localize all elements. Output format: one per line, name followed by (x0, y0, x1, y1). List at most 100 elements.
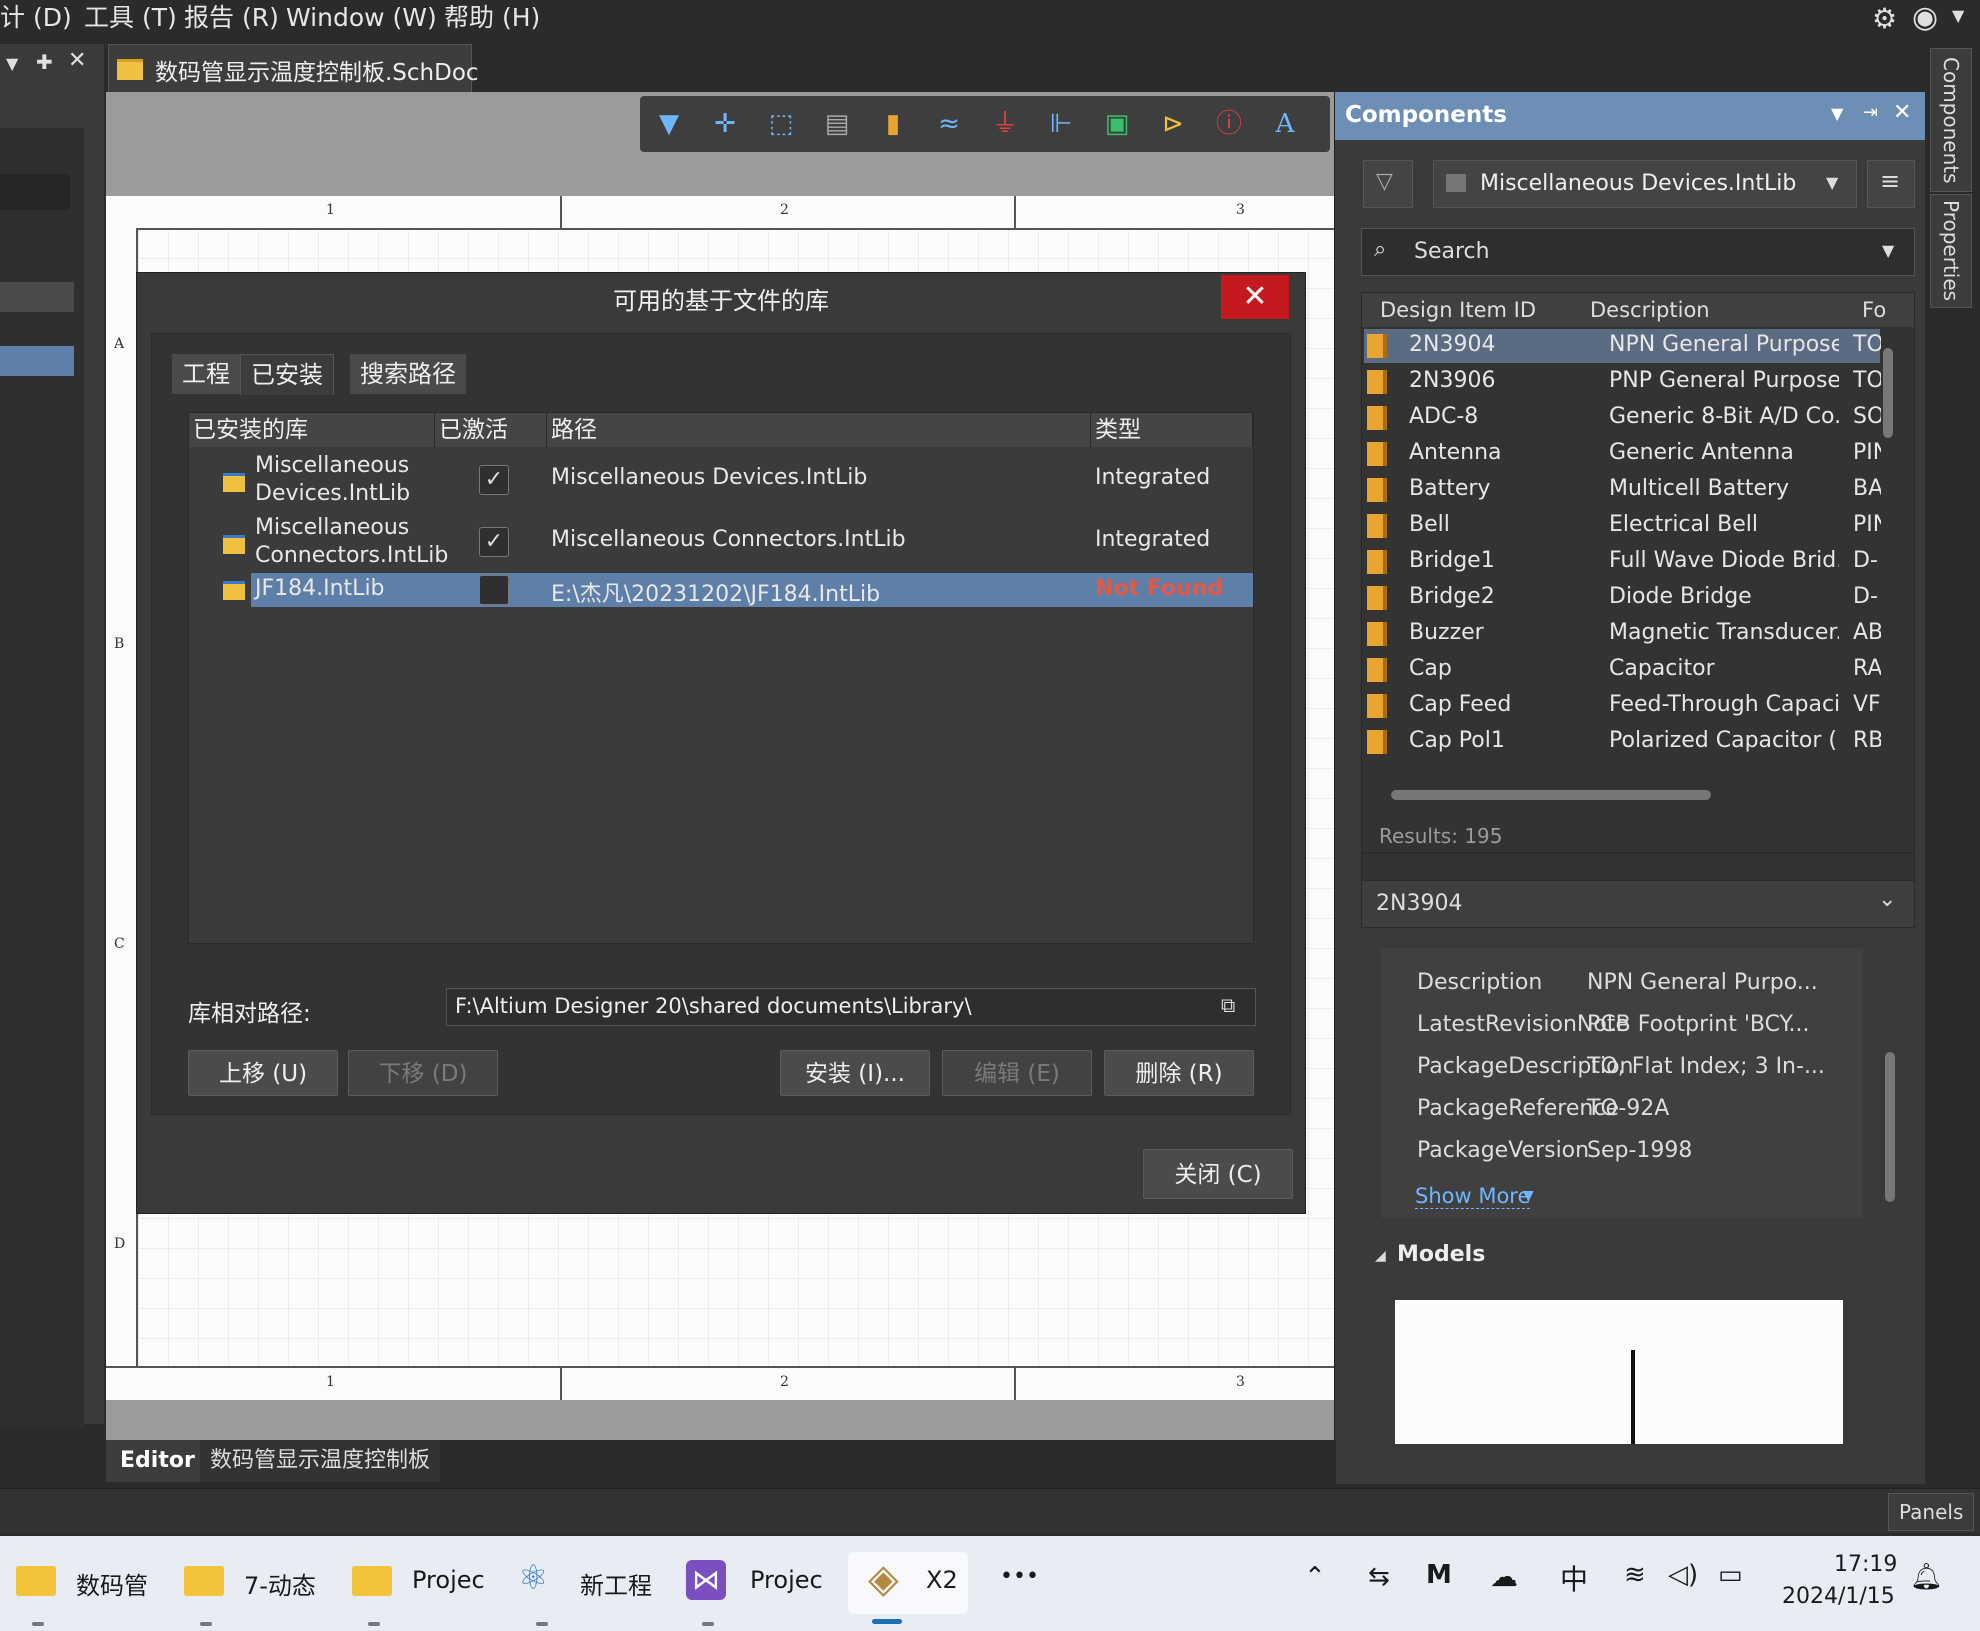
activated-checkbox[interactable] (479, 575, 509, 605)
panels-button[interactable]: Panels (1888, 1493, 1975, 1531)
chevron-down-icon[interactable]: ▼ (1831, 104, 1843, 123)
edit-button[interactable]: 编辑 (E) (942, 1050, 1092, 1096)
list-item[interactable]: Bridge2 Diode Bridge D- (1363, 580, 1881, 616)
directive-icon[interactable]: ⓘ (1208, 104, 1250, 144)
menu-design[interactable]: 计 (D) (0, 0, 72, 36)
power-port-icon[interactable]: ⏚ (984, 104, 1026, 144)
move-icon[interactable]: ✛ (704, 104, 746, 144)
menu-tools[interactable]: 工具 (T) (84, 0, 177, 36)
document-tab[interactable]: 数码管显示温度控制板.SchDoc (108, 44, 479, 93)
list-item[interactable]: Antenna Generic Antenna PIN (1363, 436, 1881, 472)
install-button[interactable]: 安装 (I)... (780, 1050, 930, 1096)
column-header[interactable]: Fo (1862, 298, 1892, 322)
more-apps-icon[interactable]: ••• (1000, 1564, 1039, 1589)
menu-reports[interactable]: 报告 (R) (184, 0, 279, 36)
filter-button[interactable]: ▽ (1363, 160, 1413, 208)
list-item[interactable]: Bridge1 Full Wave Diode Brid... D- (1363, 544, 1881, 580)
relative-path-field[interactable]: F:\Altium Designer 20\shared documents\L… (446, 988, 1256, 1026)
tab-editor[interactable]: Editor (106, 1440, 209, 1482)
activated-checkbox[interactable]: ✓ (479, 527, 509, 557)
notification-bell-icon[interactable]: 🔔︎ (1910, 1562, 1943, 1592)
speaker-icon[interactable]: ◁) (1668, 1560, 1698, 1590)
harness-icon[interactable]: ▣ (1096, 104, 1138, 144)
model-preview[interactable] (1395, 1300, 1843, 1444)
selected-component-header[interactable]: 2N3904 ⌄ (1361, 880, 1915, 928)
clock-time[interactable]: 17:19 (1834, 1552, 1897, 1577)
chevron-up-icon[interactable]: ⌃ (1304, 1562, 1326, 1592)
table-row[interactable]: Miscellaneous Devices.IntLib ✓ Miscellan… (189, 449, 1253, 509)
tab-properties[interactable]: Properties (1930, 194, 1972, 308)
filter-icon[interactable]: ▼ (648, 104, 690, 144)
activated-checkbox[interactable]: ✓ (479, 465, 509, 495)
tab-installed[interactable]: 已安装 (240, 354, 334, 395)
tab-components[interactable]: Components (1930, 48, 1972, 192)
tab-project[interactable]: 工程 (172, 354, 240, 394)
table-row[interactable]: Miscellaneous Connectors.IntLib ✓ Miscel… (189, 511, 1253, 571)
taskbar-app[interactable]: ⋈ Projec (684, 1552, 824, 1626)
chevron-down-icon[interactable]: ▼ (1523, 1188, 1534, 1204)
tab-document[interactable]: 数码管显示温度控制板 (200, 1440, 441, 1482)
column-header[interactable]: 路径 (547, 413, 1091, 447)
ime-indicator[interactable]: 中 (1560, 1558, 1588, 1598)
column-header[interactable]: 类型 (1091, 413, 1253, 447)
close-icon[interactable]: ✕ (68, 48, 86, 73)
list-item[interactable]: ADC-8 Generic 8-Bit A/D Co... SO (1363, 400, 1881, 436)
tab-search-path[interactable]: 搜索路径 (350, 354, 466, 394)
taskbar-app[interactable]: 7-动态 (182, 1552, 322, 1626)
panel-menu-button[interactable]: ≡ (1867, 160, 1915, 208)
column-header[interactable]: Description (1590, 298, 1710, 322)
list-item[interactable]: Battery Multicell Battery BA (1363, 472, 1881, 508)
taskbar-app[interactable]: ⚛ 新工程 (518, 1552, 658, 1626)
panel-menu-icon[interactable]: ▼ (6, 54, 18, 73)
library-dropdown[interactable]: Miscellaneous Devices.IntLib ▼ (1433, 160, 1857, 208)
left-panel-item[interactable] (0, 282, 74, 312)
taskbar-app-active[interactable]: ◈ X2 (848, 1552, 968, 1624)
port-icon[interactable]: ⊳ (1152, 104, 1194, 144)
pin-icon[interactable]: ⇥ (1863, 102, 1878, 123)
pin-icon[interactable]: ✚ (36, 50, 53, 74)
close-button[interactable]: 关闭 (C) (1143, 1149, 1293, 1199)
wire-icon[interactable]: ≈ (928, 104, 970, 144)
align-icon[interactable]: ▤ (816, 104, 858, 144)
vertical-scrollbar[interactable] (1883, 348, 1893, 438)
chevron-down-icon[interactable]: ▼ (1952, 6, 1964, 25)
move-up-button[interactable]: 上移 (U) (188, 1050, 338, 1096)
close-icon[interactable]: ✕ (1893, 100, 1911, 125)
list-item[interactable]: Cap Feed Feed-Through Capaci... VF (1363, 688, 1881, 724)
clock-date[interactable]: 2024/1/15 (1782, 1584, 1895, 1609)
battery-icon[interactable]: ▭ (1718, 1560, 1743, 1590)
bus-icon[interactable]: ⊩ (1040, 104, 1082, 144)
chevron-down-icon[interactable]: ▼ (1882, 241, 1894, 260)
search-input[interactable]: ⌕ Search ▼ (1361, 228, 1915, 276)
list-item[interactable]: Buzzer Magnetic Transducer... AB (1363, 616, 1881, 652)
column-header[interactable]: 已激活 (435, 413, 547, 447)
list-item[interactable]: Bell Electrical Bell PIN (1363, 508, 1881, 544)
gear-icon[interactable]: ⚙ (1872, 2, 1897, 35)
dialog-close-button[interactable]: ✕ (1221, 275, 1289, 319)
remove-button[interactable]: 删除 (R) (1104, 1050, 1254, 1096)
column-header[interactable]: 已安装的库 (189, 413, 435, 447)
user-icon[interactable]: ◉ (1912, 0, 1938, 35)
menu-help[interactable]: 帮助 (H) (444, 0, 540, 36)
models-label[interactable]: Models (1397, 1242, 1485, 1267)
select-icon[interactable]: ⬚ (760, 104, 802, 144)
taskbar-app[interactable]: Projec (350, 1552, 490, 1626)
taskbar-app[interactable]: 数码管 (14, 1552, 154, 1626)
expand-triangle-icon[interactable]: ◢ (1375, 1248, 1386, 1264)
left-panel-item-selected[interactable] (0, 346, 74, 376)
list-item[interactable]: Cap Pol1 Polarized Capacitor (... RB (1363, 724, 1881, 760)
show-more-link[interactable]: Show More (1415, 1184, 1531, 1209)
wifi-icon[interactable]: ≋ (1624, 1560, 1646, 1590)
left-panel-field[interactable] (0, 174, 70, 210)
browse-folder-icon[interactable]: ⧉ (1221, 993, 1235, 1017)
text-icon[interactable]: A (1264, 104, 1306, 144)
column-header[interactable]: Design Item ID (1380, 298, 1536, 322)
list-item[interactable]: Cap Capacitor RA (1363, 652, 1881, 688)
list-item[interactable]: 2N3904 NPN General Purpose... TO (1363, 328, 1881, 364)
place-part-icon[interactable]: ▮ (872, 104, 914, 144)
list-item[interactable]: 2N3906 PNP General Purpose... TO (1363, 364, 1881, 400)
table-row-selected[interactable]: JF184.IntLib E:\杰凡\20231202\JF184.IntLib… (251, 573, 1253, 607)
equalizer-icon[interactable]: ⇆ (1368, 1562, 1390, 1592)
m-app-icon[interactable]: M (1426, 1560, 1452, 1590)
move-down-button[interactable]: 下移 (D) (348, 1050, 498, 1096)
